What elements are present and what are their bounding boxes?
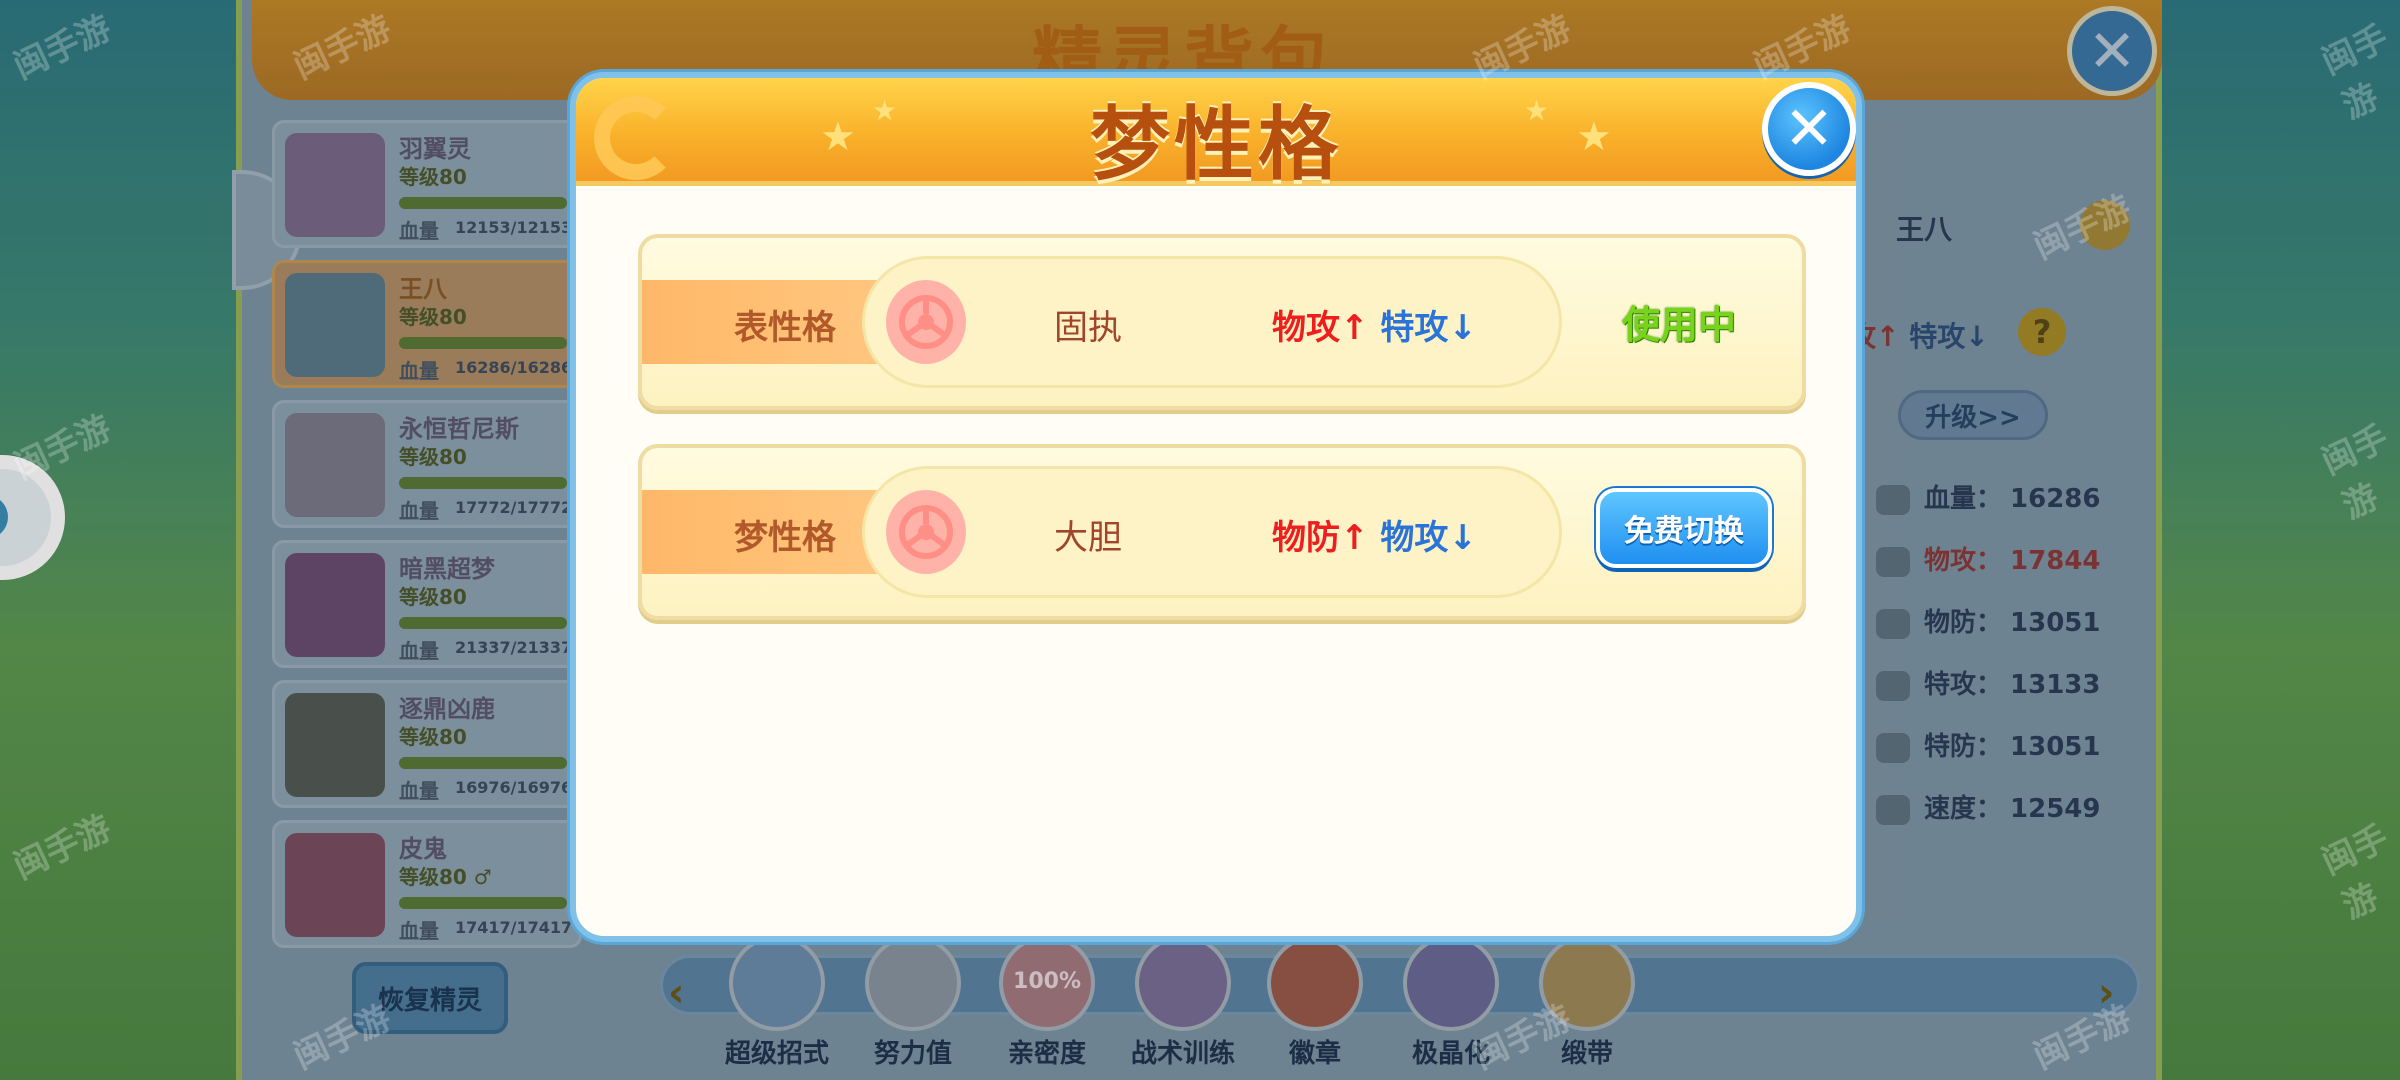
nature-emblem-icon [886, 280, 966, 364]
nature-row-label: 表性格 [734, 308, 836, 348]
in-use-status: 使用中 [1622, 303, 1737, 347]
dream-nature-dialog: ★ ★ ★ ★ 梦性格 表性格 固执 物攻↑ 特攻↓ 使用中 梦性格 大胆 物防… [570, 72, 1862, 942]
nature-effect: 物攻↑ 特攻↓ [1272, 300, 1477, 349]
nature-row-label: 梦性格 [734, 518, 836, 558]
stat-down-text: 特攻↓ [1380, 308, 1477, 348]
dialog-header: ★ ★ ★ ★ 梦性格 [576, 78, 1856, 191]
stat-up-text: 物防↑ [1272, 518, 1369, 558]
free-switch-button[interactable]: 免费切换 [1596, 488, 1772, 568]
dialog-title: 梦性格 [1090, 98, 1342, 191]
close-icon[interactable]: ✕ [1762, 82, 1856, 176]
surface-nature-row: 表性格 固执 物攻↑ 特攻↓ 使用中 [638, 234, 1806, 410]
stat-up-text: 物攻↑ [1272, 308, 1369, 348]
nature-value: 大胆 [1054, 518, 1122, 558]
nature-value: 固执 [1054, 308, 1122, 348]
dream-nature-row: 梦性格 大胆 物防↑ 物攻↓ 免费切换 [638, 444, 1806, 620]
stat-down-text: 物攻↓ [1380, 518, 1477, 558]
nature-effect: 物防↑ 物攻↓ [1272, 510, 1477, 559]
nature-emblem-icon [886, 490, 966, 574]
